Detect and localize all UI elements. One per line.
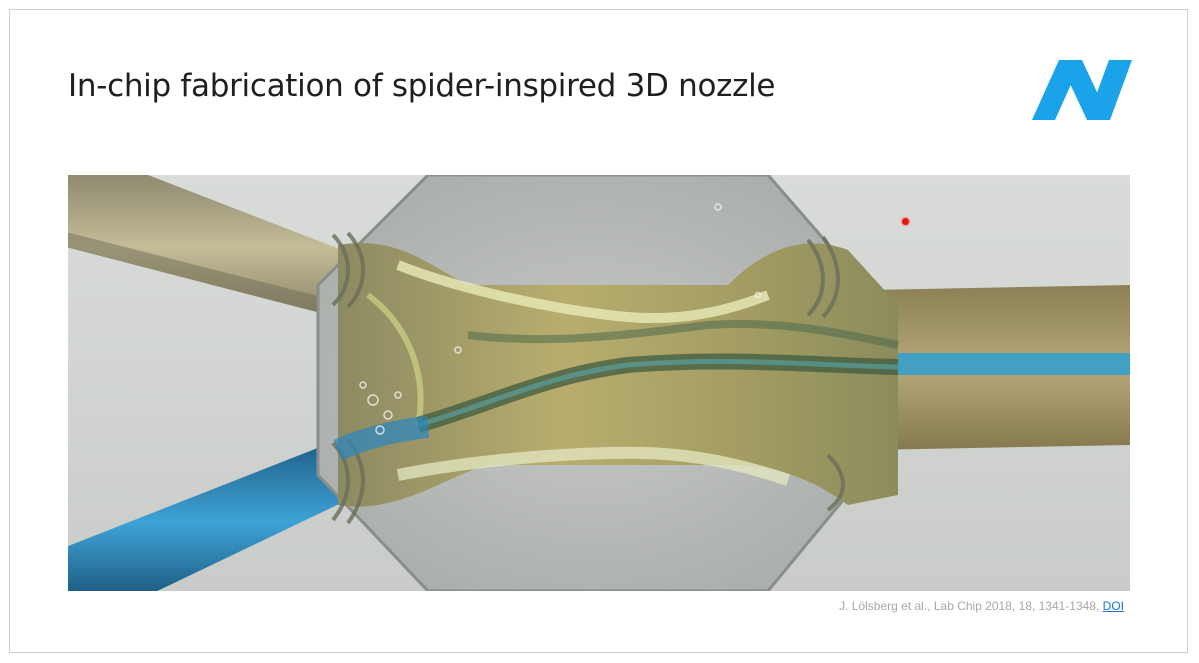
nozzle-photo-icon (68, 175, 1130, 591)
citation: J. Lölsberg et al., Lab Chip 2018, 18, 1… (839, 599, 1124, 613)
microscope-image (68, 175, 1130, 591)
brand-logo-icon (1032, 60, 1132, 120)
slide: In-chip fabrication of spider-inspired 3… (9, 9, 1188, 653)
laser-pointer-icon (902, 218, 909, 225)
doi-link[interactable]: DOI (1103, 599, 1124, 613)
slide-title: In-chip fabrication of spider-inspired 3… (68, 68, 776, 104)
citation-text: J. Lölsberg et al., Lab Chip 2018, 18, 1… (839, 599, 1103, 613)
